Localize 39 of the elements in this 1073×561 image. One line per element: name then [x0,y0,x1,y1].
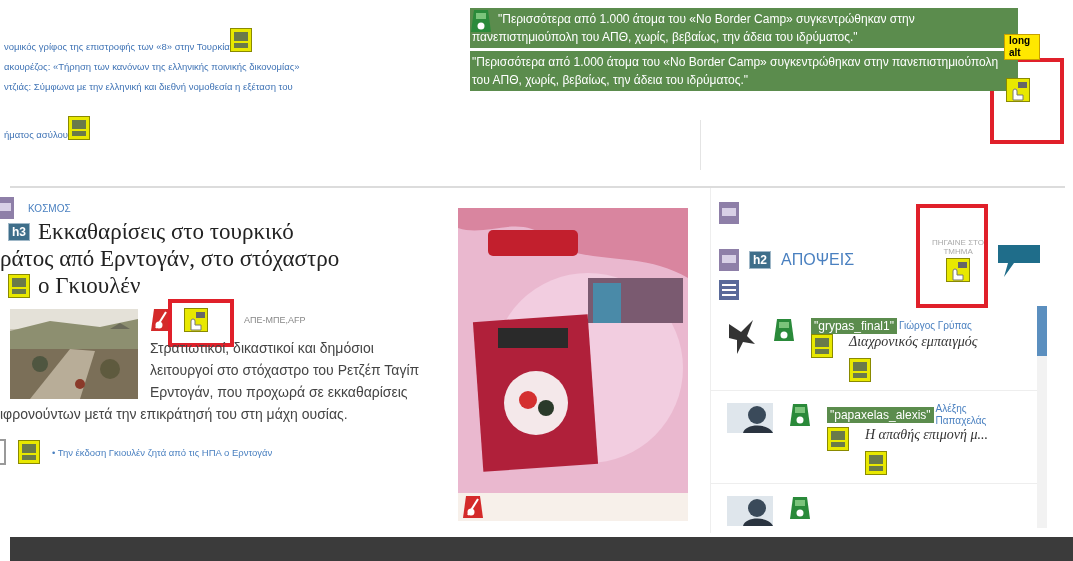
image-alert-icon [8,273,30,298]
author-link[interactable]: Αλέξης Παπαχελάς [935,403,1016,427]
region-icon [719,249,739,271]
region-icon [0,197,14,219]
image-alert-icon [18,440,40,464]
headline[interactable]: ο Γκιουλέν [38,272,141,299]
pointer-alert-icon [946,258,971,282]
related-link[interactable]: • Την έκδοση Γκιουλέν ζητά από τις ΗΠΑ ο Ερντογάν [52,446,273,458]
image-alert-icon [865,451,887,475]
image-alert-icon [849,358,871,382]
alt-text: "grypas_final1" [811,318,897,334]
pointer-alert-icon [184,308,208,332]
news-link[interactable]: νομικός γρίφος της επιστροφής των «8» στην Τουρκία [4,41,230,52]
heading-tag: h2 [749,251,771,269]
image-alert-icon [827,427,849,451]
heading-tag: h3 [8,222,30,241]
headline[interactable]: Εκκαθαρίσεις στο τουρκικό [38,218,294,245]
alt-text-icon [789,403,811,427]
article-summary: ιφρονούντων μετά την επικράτησή του στη μάχη ουσίας. [0,405,349,424]
source-credit: ΑΠΕ-ΜΠΕ,AFP [244,315,306,325]
news-link[interactable]: ήματος ασύλου [4,129,68,140]
image-alert-icon [811,334,833,358]
alt-text-icon [789,496,811,520]
error-icon [462,495,484,519]
alt-text: "papaxelas_alexis" [827,407,934,423]
alert-badge: long alt [1004,34,1040,60]
news-link[interactable]: ντζιάς: Σύμφωνα με την ελληνική και διεθνή νομοθεσία η εξέταση του [4,81,293,92]
category-link[interactable]: ΚΟΣΜΟΣ [28,202,71,214]
opinion-title[interactable]: Η απαθής επιμονή μ... [865,427,988,443]
alt-text-icon [773,318,795,342]
list-icon [719,280,739,300]
headline[interactable]: ράτος από Ερντογάν, στο στόχαστρο [0,245,340,272]
opinion-title[interactable]: Διαχρονικός εμπαιγμός [849,334,978,350]
region-icon [719,202,739,224]
pointer-alert-icon [1006,78,1030,102]
section-title[interactable]: ΑΠΟΨΕΙΣ [781,251,855,269]
scrollbar[interactable] [1037,306,1047,528]
news-link[interactable]: ακουρέζος: «Τήρηση των κανόνων της ελληνικής ποινικής δικονομίας» [4,61,300,72]
author-link[interactable]: Γιώργος Γρύπας [898,320,972,332]
